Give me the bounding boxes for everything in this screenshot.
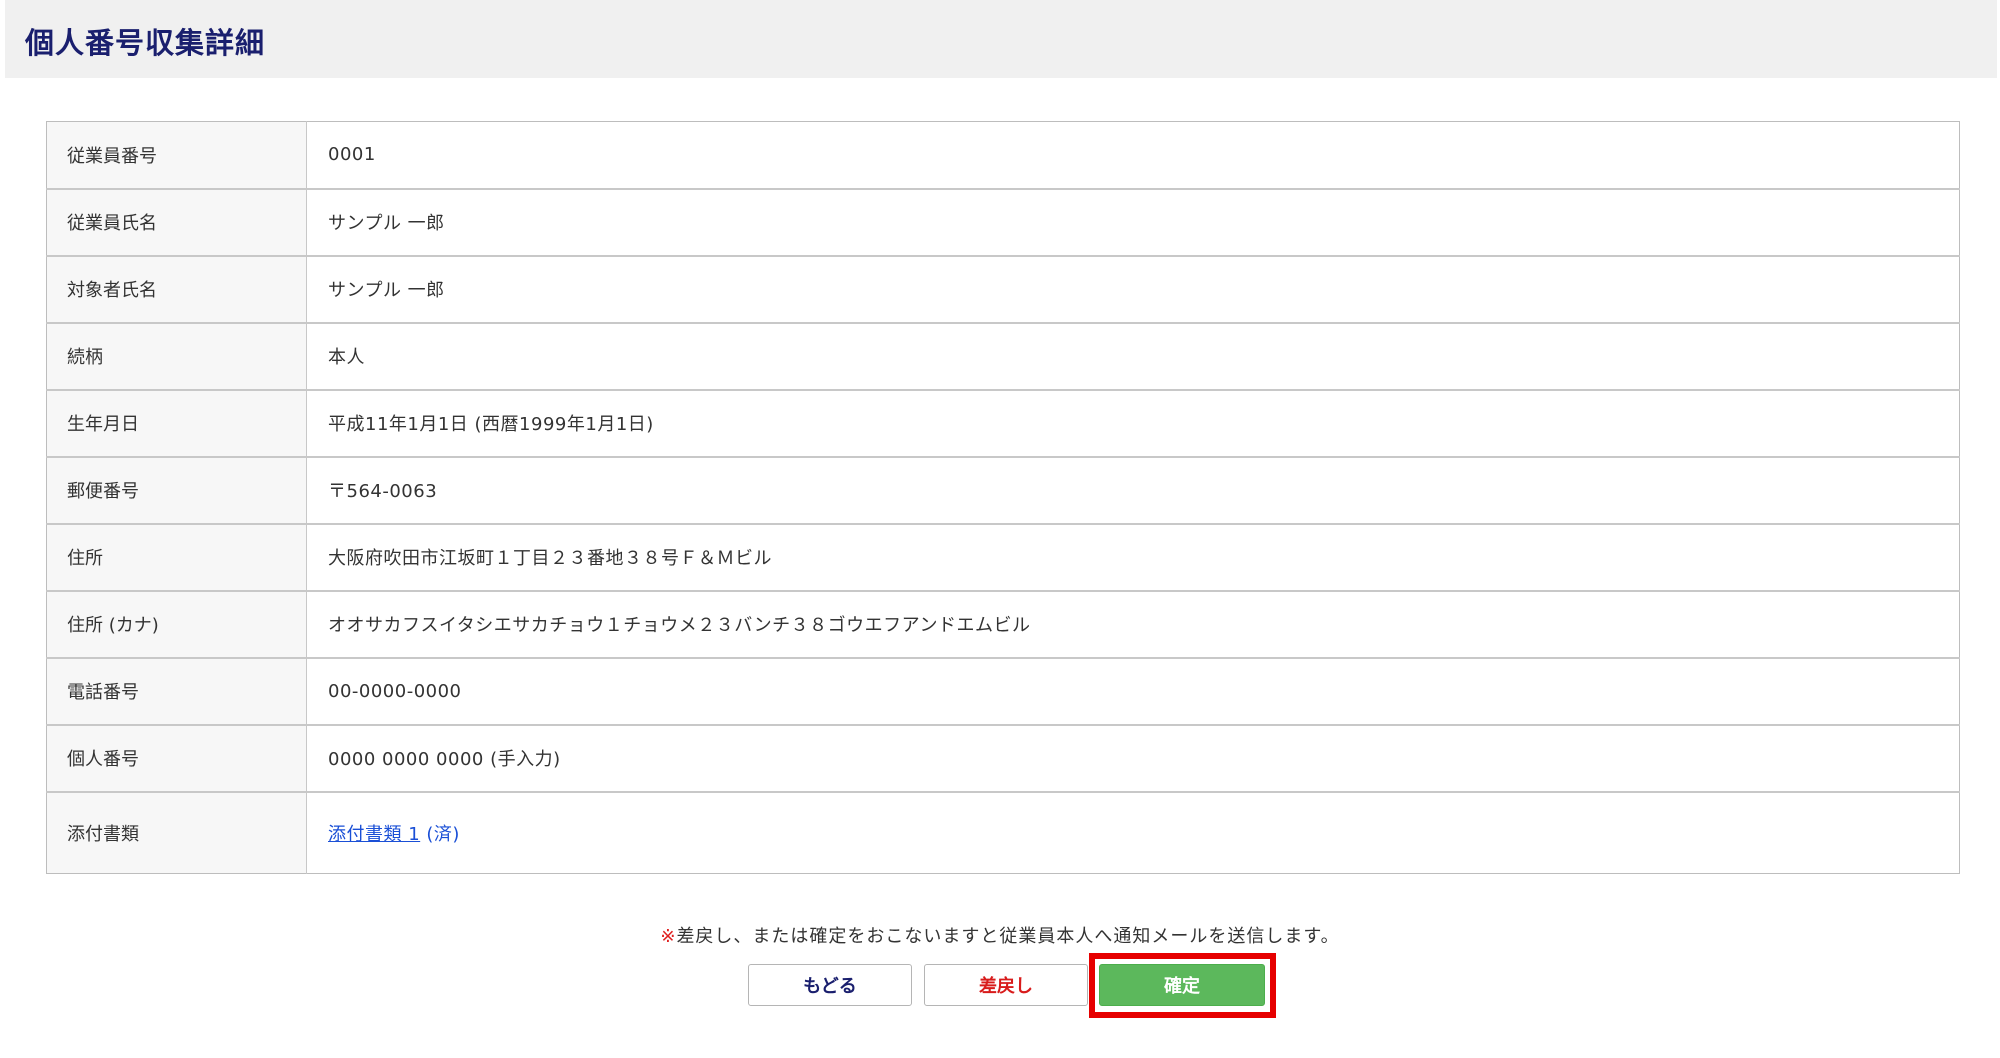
row-label-employee-name: 従業員氏名 xyxy=(46,187,307,256)
row-value-employee-name: サンプル 一郎 xyxy=(306,187,1960,256)
attachment-link[interactable]: 添付書類 1 xyxy=(328,824,420,845)
row-value-personal-number: 0000 0000 0000 (手入力) xyxy=(306,723,1960,792)
row-label-relationship: 続柄 xyxy=(46,321,307,390)
table-row-personal-number: 個人番号 0000 0000 0000 (手入力) xyxy=(46,723,1960,792)
table-row-postal-code: 郵便番号 〒564-0063 xyxy=(46,455,1960,524)
row-label-phone: 電話番号 xyxy=(46,656,307,725)
notice-mark: ※ xyxy=(660,926,677,947)
table-row-phone: 電話番号 00-0000-0000 xyxy=(46,656,1960,725)
row-value-birthdate: 平成11年1月1日 (西暦1999年1月1日) xyxy=(306,388,1960,457)
table-row-address-kana: 住所 (カナ) オオサカフスイタシエサカチョウ１チョウメ２３バンチ３８ゴウエフア… xyxy=(46,589,1960,658)
row-value-attachments: 添付書類 1 (済) xyxy=(306,790,1960,874)
row-label-address: 住所 xyxy=(46,522,307,591)
back-button[interactable]: もどる xyxy=(748,964,912,1006)
table-row-address: 住所 大阪府吹田市江坂町１丁目２３番地３８号Ｆ＆Ｍビル xyxy=(46,522,1960,591)
row-value-target-name: サンプル 一郎 xyxy=(306,254,1960,323)
confirm-button[interactable]: 確定 xyxy=(1099,964,1265,1006)
detail-table: 従業員番号 0001 従業員氏名 サンプル 一郎 対象者氏名 サンプル 一郎 続… xyxy=(46,121,1960,874)
reject-button[interactable]: 差戻し xyxy=(924,964,1088,1006)
notice-message: 差戻し、または確定をおこないますと従業員本人へ通知メールを送信します。 xyxy=(676,926,1340,947)
row-label-birthdate: 生年月日 xyxy=(46,388,307,457)
page: 個人番号収集詳細 従業員番号 0001 従業員氏名 サンプル 一郎 対象者氏名 … xyxy=(0,0,2000,1058)
row-value-phone: 00-0000-0000 xyxy=(306,656,1960,725)
table-row-employee-number: 従業員番号 0001 xyxy=(46,121,1960,189)
table-row-target-name: 対象者氏名 サンプル 一郎 xyxy=(46,254,1960,323)
row-value-employee-number: 0001 xyxy=(328,144,376,166)
row-value-address: 大阪府吹田市江坂町１丁目２３番地３８号Ｆ＆Ｍビル xyxy=(306,522,1960,591)
table-row-employee-name: 従業員氏名 サンプル 一郎 xyxy=(46,187,1960,256)
table-row-relationship: 続柄 本人 xyxy=(46,321,1960,390)
row-label-employee-number: 従業員番号 xyxy=(46,121,307,189)
table-row-birthdate: 生年月日 平成11年1月1日 (西暦1999年1月1日) xyxy=(46,388,1960,457)
row-value-address-kana: オオサカフスイタシエサカチョウ１チョウメ２３バンチ３８ゴウエフアンドエムビル xyxy=(306,589,1960,658)
row-label-postal-code: 郵便番号 xyxy=(46,455,307,524)
row-value-relationship: 本人 xyxy=(306,321,1960,390)
page-title: 個人番号収集詳細 xyxy=(25,26,266,60)
row-label-target-name: 対象者氏名 xyxy=(46,254,307,323)
row-value-postal-code: 〒564-0063 xyxy=(306,455,1960,524)
table-row-attachments: 添付書類 添付書類 1 (済) xyxy=(46,790,1960,874)
attachment-status: (済) xyxy=(420,823,460,845)
page-header: 個人番号収集詳細 xyxy=(5,0,1997,78)
row-label-attachments: 添付書類 xyxy=(46,790,307,874)
row-label-personal-number: 個人番号 xyxy=(46,723,307,792)
row-label-address-kana: 住所 (カナ) xyxy=(46,589,307,658)
notice-text: ※差戻し、または確定をおこないますと従業員本人へ通知メールを送信します。 xyxy=(0,922,2000,948)
